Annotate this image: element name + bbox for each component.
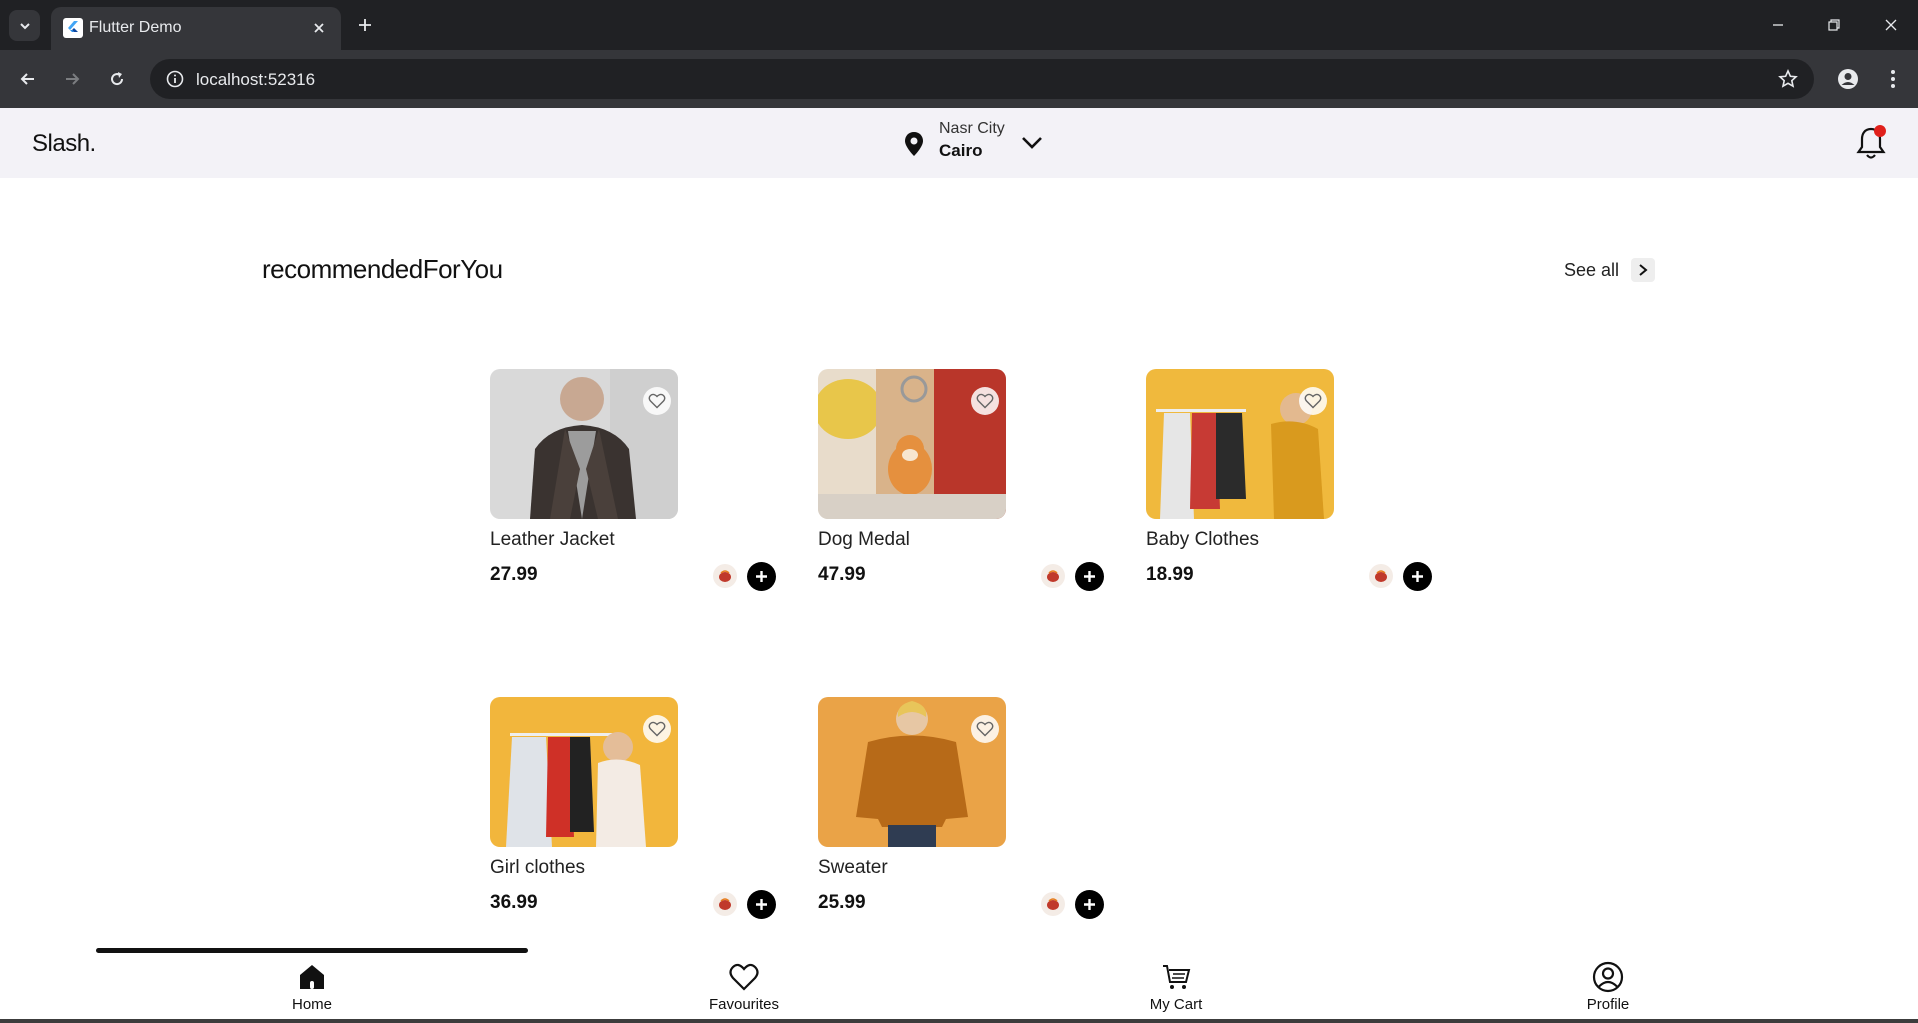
- brand-logo-icon: [713, 892, 737, 916]
- location-city: Nasr City: [939, 120, 1005, 137]
- address-bar[interactable]: localhost:52316: [150, 59, 1814, 99]
- reload-icon[interactable]: [101, 63, 133, 95]
- product-image[interactable]: [490, 369, 678, 519]
- home-icon: [296, 961, 328, 993]
- location-region: Cairo: [939, 141, 983, 160]
- notification-bell-icon[interactable]: [1854, 125, 1888, 161]
- favorite-heart-icon[interactable]: [643, 387, 671, 415]
- bookmark-star-icon[interactable]: [1774, 65, 1802, 93]
- see-all-label: See all: [1564, 259, 1620, 280]
- heart-icon: [728, 961, 760, 993]
- add-to-cart-plus-icon[interactable]: [1075, 562, 1104, 591]
- nav-item-profile[interactable]: Profile: [1528, 961, 1688, 1017]
- bottom-navigation: Home Favourites My Cart Profile: [0, 945, 1918, 1023]
- product-image[interactable]: [818, 697, 1006, 847]
- product-card[interactable]: Girl clothes 36.99: [490, 697, 780, 927]
- product-image[interactable]: [490, 697, 678, 847]
- add-to-cart-plus-icon[interactable]: [747, 562, 776, 591]
- chevron-down-icon: [19, 22, 30, 29]
- brand-logo-icon: [713, 564, 737, 588]
- product-price: 47.99: [818, 564, 866, 585]
- minimize-icon[interactable]: [1758, 8, 1798, 42]
- product-card[interactable]: Dog Medal 47.99: [818, 369, 1108, 599]
- add-to-cart-plus-icon[interactable]: [1075, 890, 1104, 919]
- product-name: Dog Medal: [818, 529, 910, 550]
- location-text: Nasr City Cairo: [939, 120, 1005, 161]
- window-bottom-border: [0, 1019, 1918, 1023]
- url-text: localhost:52316: [196, 70, 316, 89]
- nav-label: Home: [291, 996, 332, 1013]
- flutter-icon: [63, 18, 83, 38]
- nav-item-my-cart[interactable]: My Cart: [1096, 961, 1256, 1017]
- app-header: Slash. Nasr City Cairo: [0, 108, 1918, 178]
- browser-tab[interactable]: Flutter Demo: [51, 7, 341, 50]
- nav-label: Profile: [1586, 996, 1630, 1013]
- favorite-heart-icon[interactable]: [971, 715, 999, 743]
- chevron-down-icon[interactable]: [1019, 130, 1045, 156]
- product-price: 25.99: [818, 892, 866, 913]
- product-name: Leather Jacket: [490, 529, 615, 550]
- chevron-right-icon[interactable]: [1631, 258, 1656, 282]
- browser-tabstrip: Flutter Demo: [0, 0, 1918, 50]
- add-to-cart-plus-icon[interactable]: [1403, 562, 1432, 591]
- close-tab-icon[interactable]: [307, 16, 331, 40]
- add-to-cart-plus-icon[interactable]: [747, 890, 776, 919]
- site-info-icon[interactable]: [160, 64, 190, 94]
- product-price: 18.99: [1146, 564, 1194, 585]
- restore-icon[interactable]: [1814, 8, 1854, 42]
- forward-icon[interactable]: [56, 63, 88, 95]
- product-name: Girl clothes: [490, 857, 586, 878]
- brand-logo-icon: [1041, 564, 1065, 588]
- product-name: Baby Clothes: [1146, 529, 1260, 550]
- nav-item-home[interactable]: Home: [232, 961, 392, 1017]
- product-card[interactable]: Sweater 25.99: [818, 697, 1108, 927]
- location-pin-icon: [905, 132, 923, 156]
- nav-label: Favourites: [708, 996, 780, 1013]
- nav-label: My Cart: [1149, 996, 1203, 1013]
- brand-logo-icon: [1369, 564, 1393, 588]
- section-title: recommendedForYou: [262, 254, 503, 284]
- product-price: 27.99: [490, 564, 538, 585]
- menu-dots-icon[interactable]: [1877, 63, 1909, 95]
- product-price: 36.99: [490, 892, 538, 913]
- app-logo: Slash.: [32, 130, 96, 157]
- favorite-heart-icon[interactable]: [1299, 387, 1327, 415]
- notification-dot: [1874, 125, 1886, 137]
- tab-title: Flutter Demo: [89, 19, 182, 36]
- nav-item-favourites[interactable]: Favourites: [664, 961, 824, 1017]
- profile-icon: [1592, 961, 1624, 993]
- account-icon[interactable]: [1832, 63, 1864, 95]
- tab-search-button[interactable]: [9, 10, 40, 41]
- active-tab-indicator: [96, 948, 528, 953]
- favorite-heart-icon[interactable]: [971, 387, 999, 415]
- see-all-link[interactable]: See all: [1564, 257, 1656, 283]
- product-name: Sweater: [818, 857, 888, 878]
- product-image[interactable]: [1146, 369, 1334, 519]
- back-icon[interactable]: [12, 63, 44, 95]
- product-card[interactable]: Baby Clothes 18.99: [1146, 369, 1436, 599]
- new-tab-icon[interactable]: [352, 12, 378, 38]
- product-card[interactable]: Leather Jacket 27.99: [490, 369, 780, 599]
- product-image[interactable]: [818, 369, 1006, 519]
- favorite-heart-icon[interactable]: [643, 715, 671, 743]
- brand-logo-icon: [1041, 892, 1065, 916]
- close-window-icon[interactable]: [1871, 8, 1911, 42]
- browser-toolbar: localhost:52316: [0, 50, 1918, 108]
- cart-icon: [1160, 961, 1192, 993]
